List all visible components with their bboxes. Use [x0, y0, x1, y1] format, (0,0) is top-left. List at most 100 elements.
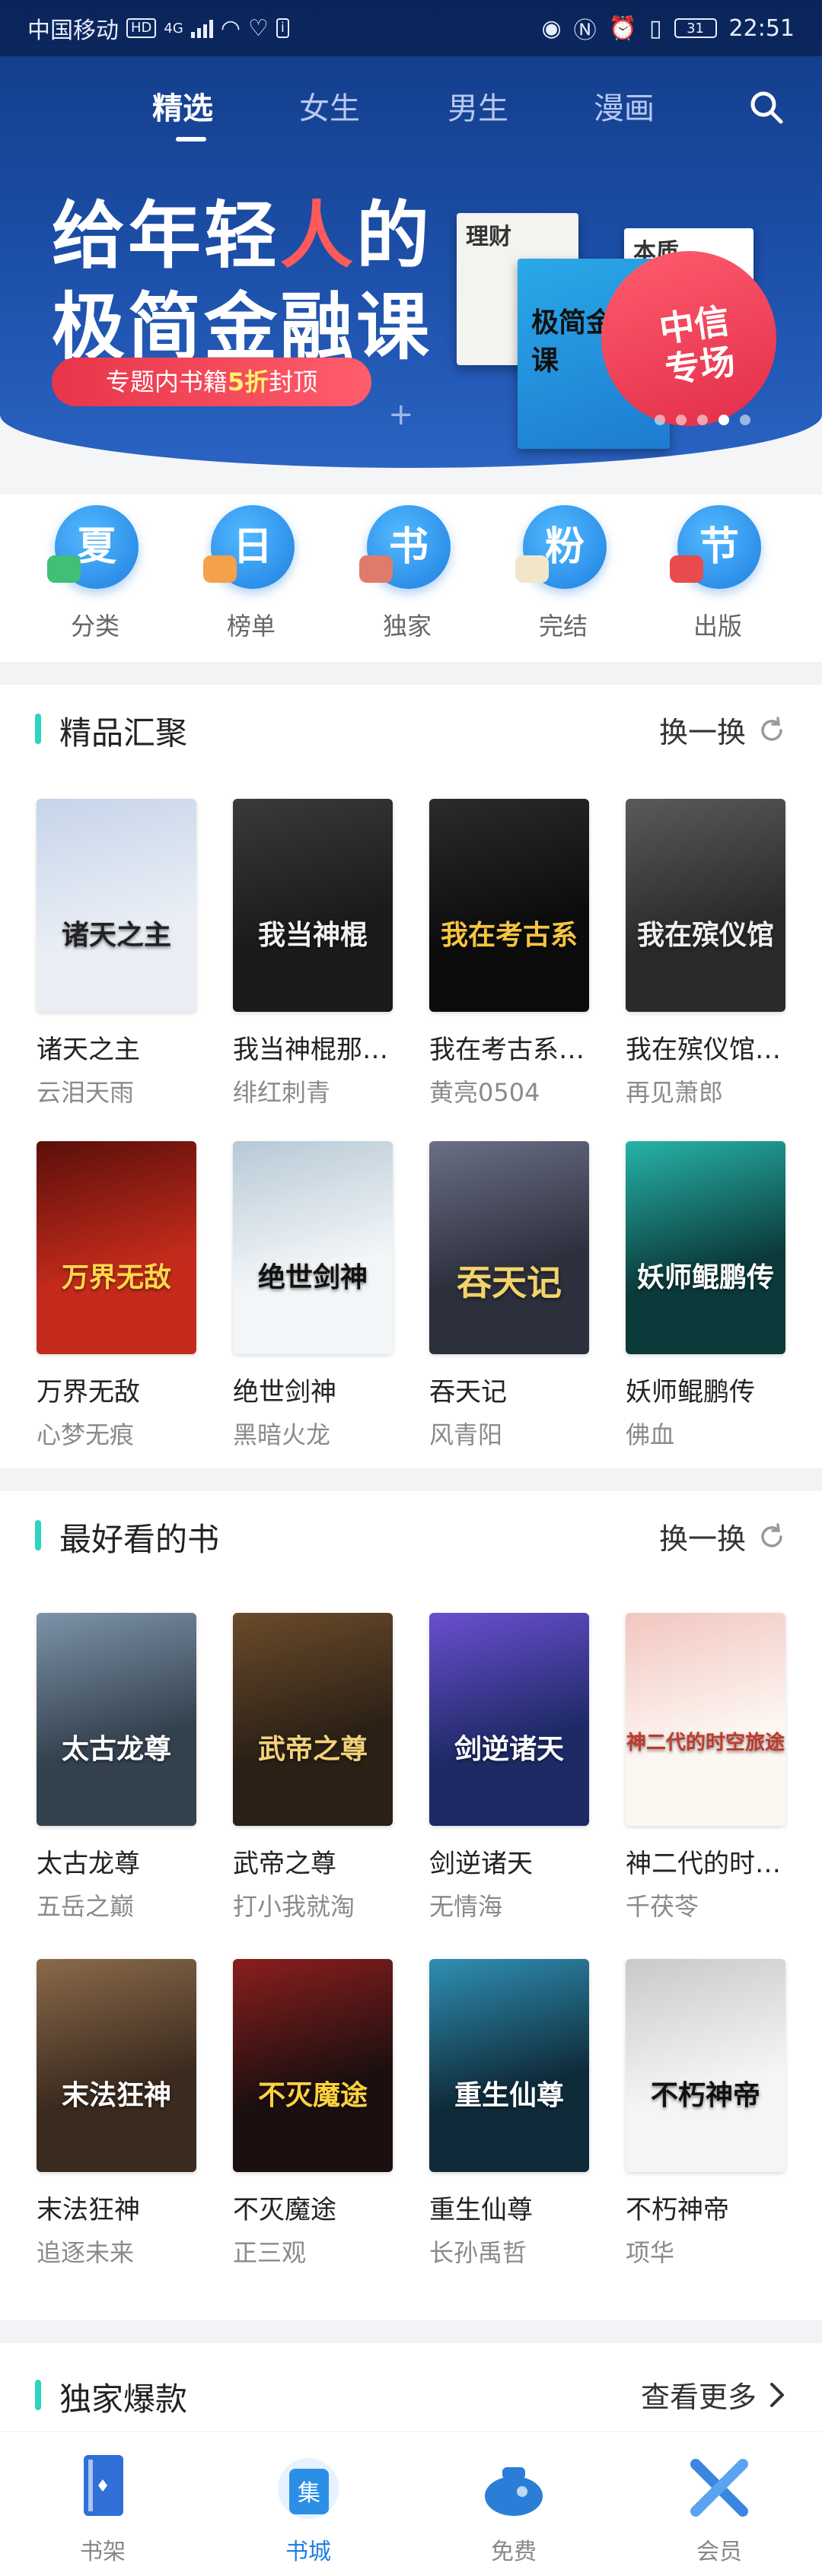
book-author: 正三观 [233, 2238, 307, 2267]
banner-title-highlight: 人 [280, 192, 356, 278]
wifi-icon: ◠ [220, 14, 241, 42]
category-item[interactable]: 粉完结 [506, 502, 620, 642]
book-card[interactable]: 太古龙尊 太古龙尊 五岳之巅 [37, 1613, 196, 1922]
view-more-button[interactable]: 查看更多 [641, 2374, 787, 2415]
refresh-button[interactable]: 换一换 [659, 1515, 787, 1557]
banner-title-part: 给年轻 [52, 192, 280, 278]
refresh-icon [761, 1522, 782, 1547]
cover-title: 重生仙尊 [454, 2079, 564, 2111]
book-card[interactable]: 绝世剑神 绝世剑神 黑暗火龙 [233, 1141, 393, 1451]
nav-item[interactable]: 免费 [453, 2449, 575, 2566]
tab-female[interactable]: 女生 [299, 84, 360, 128]
book-author: 五岳之巅 [37, 1892, 135, 1921]
section-divider [0, 662, 822, 685]
book-author: 无情海 [429, 1892, 503, 1921]
cover-title: 剑逆诸天 [454, 1733, 564, 1765]
book-card[interactable]: 我在考古系 我在考古系… 黄亮0504 [429, 799, 589, 1108]
battery-level: 31 [687, 20, 704, 37]
category-icon: 节 [668, 502, 767, 593]
nav-item[interactable]: 书架 [42, 2449, 164, 2566]
book-card[interactable]: 我在殡仪馆 我在殡仪馆… 再见萧郎 [626, 799, 785, 1108]
tab-comics[interactable]: 漫画 [594, 84, 655, 128]
carousel-dot[interactable] [697, 415, 708, 425]
book-title: 绝世剑神 [233, 1377, 336, 1407]
book-card[interactable]: 我当神棍 我当神棍那… 绯红刺青 [233, 799, 393, 1108]
section-premium: 精品汇聚 换一换 诸天之主 诸天之主 云泪天雨 我当神棍 我当神棍那… 绯红刺青 我在考古系… [0, 685, 822, 1468]
book-card[interactable]: 吞天记 吞天记 风青阳 [429, 1141, 589, 1451]
category-item[interactable]: 节出版 [661, 502, 775, 642]
category-item[interactable]: 书独家 [350, 502, 464, 642]
book-card[interactable]: 武帝之尊 武帝之尊 打小我就淘 [233, 1613, 393, 1922]
category-item[interactable]: 夏分类 [38, 502, 152, 642]
tab-featured[interactable]: 精选 [152, 84, 213, 128]
book-card[interactable]: 重生仙尊 重生仙尊 长孙禹哲 [429, 1959, 589, 2269]
cover-title: 末法狂神 [61, 2079, 171, 2111]
book-cover: 剑逆诸天 [429, 1613, 589, 1826]
plus-icon: + [388, 397, 414, 432]
book-card[interactable]: 不朽神帝 不朽神帝 项华 [626, 1959, 785, 2269]
battery-icon: 31 [674, 18, 717, 38]
carousel-dot[interactable] [676, 415, 687, 425]
book-title: 重生仙尊 [429, 2195, 533, 2225]
bookstore-icon: 集 [266, 2449, 350, 2525]
pill-text: 封顶 [269, 367, 318, 396]
book-title: 妖师鲲鹏传 [626, 1377, 755, 1407]
book-author: 心梦无痕 [37, 1420, 135, 1449]
category-label: 独家 [382, 612, 432, 641]
search-icon[interactable] [747, 88, 785, 126]
category-label: 完结 [538, 612, 588, 641]
health-icon: ♡ [248, 14, 269, 42]
cover-title: 吞天记 [457, 1262, 562, 1303]
category-deco [203, 555, 237, 583]
nav-item[interactable]: 会员 [658, 2449, 780, 2566]
book-cover: 诸天之主 [37, 799, 196, 1012]
banner-title: 给年轻人的 极简金融课 [52, 190, 432, 373]
book-title: 我当神棍那… [233, 1035, 388, 1065]
refresh-button[interactable]: 换一换 [659, 709, 787, 751]
book-cover: 不朽神帝 [626, 1959, 785, 2172]
promo-banner[interactable]: 给年轻人的 极简金融课 专题内书籍5折封顶 理财 本质 极简金融课 中信 专场 … [0, 152, 822, 456]
cover-title: 妖师鲲鹏传 [636, 1261, 774, 1293]
cover-title: 武帝之尊 [257, 1733, 368, 1765]
carousel-dot[interactable] [655, 415, 665, 425]
banner-book-title: 理财 [466, 224, 511, 250]
carousel-dots [655, 415, 750, 425]
book-author: 打小我就淘 [233, 1892, 355, 1921]
book-cover: 太古龙尊 [37, 1613, 196, 1826]
section-divider [0, 1468, 822, 1491]
book-title: 诸天之主 [37, 1035, 140, 1065]
book-card[interactable]: 剑逆诸天 剑逆诸天 无情海 [429, 1613, 589, 1922]
hero-area: 中国移动 HD 4G ◠ ♡ i ◉ Ⓝ ⏰ ▯ 31 22:51 精选 女生 … [0, 0, 822, 468]
book-title: 万界无敌 [37, 1377, 140, 1407]
book-cover: 绝世剑神 [233, 1141, 393, 1354]
carousel-dot[interactable] [740, 415, 750, 425]
nav-label: 书架 [80, 2539, 126, 2565]
book-card[interactable]: 万界无敌 万界无敌 心梦无痕 [37, 1141, 196, 1451]
tab-male[interactable]: 男生 [448, 84, 508, 128]
category-item[interactable]: 日榜单 [194, 502, 308, 642]
book-title: 太古龙尊 [37, 1849, 140, 1879]
book-cover: 重生仙尊 [429, 1959, 589, 2172]
nav-item[interactable]: 集书城 [247, 2449, 369, 2566]
book-author: 千茯苓 [626, 1892, 699, 1921]
book-cover: 末法狂神 [37, 1959, 196, 2172]
pill-text: 专题内书籍 [105, 367, 228, 396]
book-author: 黄亮0504 [429, 1078, 540, 1107]
book-author: 云泪天雨 [37, 1078, 135, 1107]
book-author: 项华 [626, 2238, 675, 2267]
category-deco [359, 555, 393, 583]
book-author: 绯红刺青 [233, 1078, 331, 1107]
category-icon: 书 [358, 502, 457, 593]
book-card[interactable]: 末法狂神 末法狂神 追逐未来 [37, 1959, 196, 2269]
carousel-dot[interactable] [718, 415, 729, 425]
book-card[interactable]: 妖师鲲鹏传 妖师鲲鹏传 佛血 [626, 1141, 785, 1451]
promo-label: 中信 专场 [657, 300, 738, 391]
book-card[interactable]: 诸天之主 诸天之主 云泪天雨 [37, 799, 196, 1108]
section-header: 独家爆款 查看更多 [0, 2343, 822, 2427]
refresh-label: 换一换 [658, 1522, 746, 1556]
book-card[interactable]: 神二代的时空旅途 神二代的时… 千茯苓 [626, 1613, 785, 1922]
section-title: 精品汇聚 [59, 714, 188, 752]
book-card[interactable]: 不灭魔途 不灭魔途 正三观 [233, 1959, 393, 2269]
carrier-label: 中国移动 [27, 17, 119, 44]
book-title: 剑逆诸天 [429, 1849, 533, 1879]
